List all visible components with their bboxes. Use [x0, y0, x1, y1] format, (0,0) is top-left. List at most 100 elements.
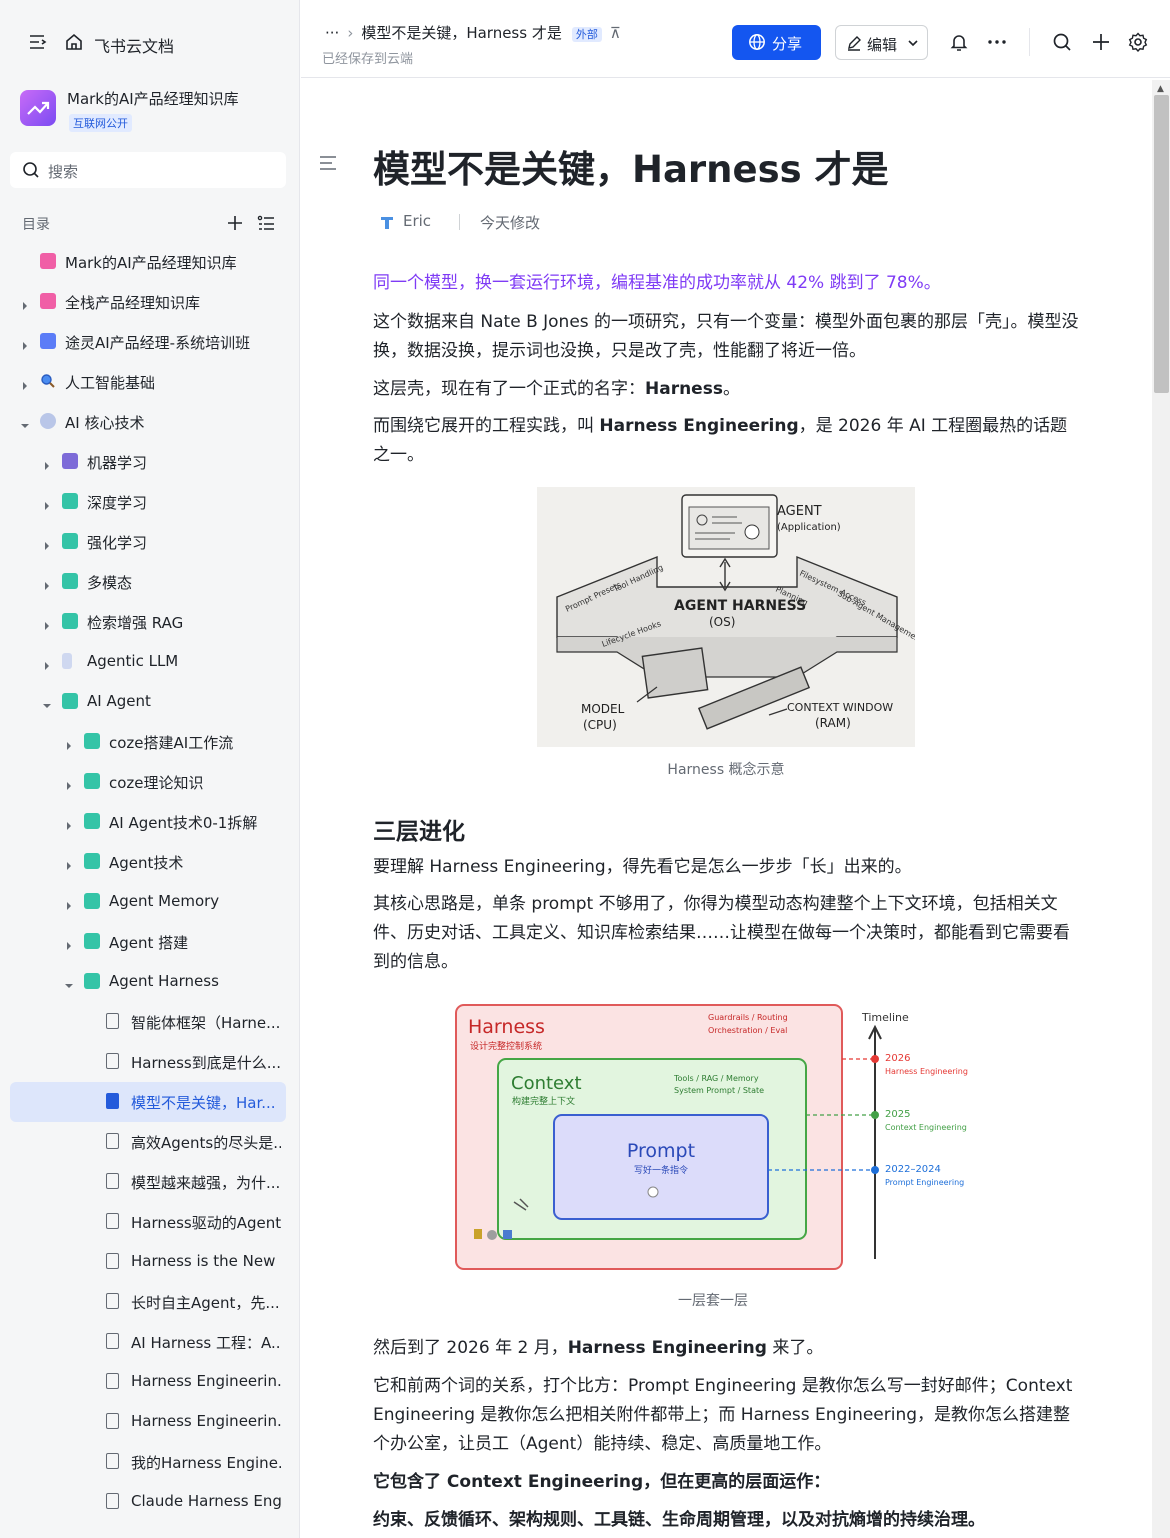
sidebar-item[interactable]: Agent技术	[10, 842, 286, 882]
sidebar-item-label: 高效Agents的尽头是...	[131, 1134, 281, 1152]
outline-toggle-icon[interactable]	[319, 155, 337, 171]
scrollbar-thumb[interactable]	[1154, 95, 1169, 393]
bold-text: Harness Engineering	[567, 1338, 767, 1358]
sidebar-item[interactable]: 全栈产品经理知识库	[10, 282, 286, 322]
scroll-up-arrow-icon[interactable]: ▲	[1157, 84, 1164, 94]
sidebar-item[interactable]: 智能体框架（Harne...	[10, 1002, 286, 1042]
caret-right-icon[interactable]	[20, 296, 30, 310]
sidebar-search-box[interactable]: 搜索	[10, 152, 286, 188]
breadcrumb-more-button[interactable]: ···	[325, 24, 339, 42]
sidebar-item[interactable]: 机器学习	[10, 442, 286, 482]
caret-right-icon[interactable]	[42, 496, 52, 510]
caret-right-icon[interactable]	[64, 896, 74, 910]
caret-right-icon[interactable]	[42, 576, 52, 590]
sidebar-item[interactable]: Harness Engineerin...	[10, 1402, 286, 1442]
fig1-ctx-sub: (RAM)	[815, 716, 851, 730]
plus-icon[interactable]	[1091, 32, 1111, 52]
bell-icon[interactable]	[949, 32, 969, 52]
app-window: 飞书云文档 Mark的AI产品经理知识库 互联网公开 搜索 目录 Mark的AI…	[0, 0, 1170, 1538]
breadcrumb: ··· › 模型不是关键，Harness 才是 外部 ⊼	[325, 22, 621, 43]
fig2-context-note1: Tools / RAG / Memory	[673, 1074, 759, 1083]
caret-right-icon[interactable]	[20, 336, 30, 350]
caret-right-icon[interactable]	[64, 856, 74, 870]
text-run: 这层壳，现在有了一个正式的名字：	[373, 379, 645, 399]
paragraph: 而围绕它展开的工程实践，叫 Harness Engineering，是 2026…	[373, 412, 1083, 470]
caret-right-icon[interactable]	[42, 536, 52, 550]
caret-right-icon[interactable]	[64, 736, 74, 750]
paragraph: 这层壳，现在有了一个正式的名字：Harness。	[373, 375, 1083, 404]
search-icon[interactable]	[1052, 32, 1072, 52]
sidebar-item[interactable]: 深度学习	[10, 482, 286, 522]
sidebar-item[interactable]: AI Agent	[10, 682, 286, 722]
pin-icon[interactable]: ⊼	[610, 24, 621, 42]
sidebar-item[interactable]: AI 核心技术	[10, 402, 286, 442]
knowledge-base-header[interactable]: Mark的AI产品经理知识库 互联网公开	[20, 86, 290, 134]
caret-right-icon[interactable]	[64, 776, 74, 790]
sidebar-item[interactable]: Mark的AI产品经理知识库	[10, 242, 286, 282]
add-icon[interactable]	[226, 214, 244, 232]
sidebar-item[interactable]: Agentic LLM	[10, 642, 286, 682]
sidebar-item[interactable]: Harness驱动的Agent	[10, 1202, 286, 1242]
sidebar-item[interactable]: 模型越来越强，为什...	[10, 1162, 286, 1202]
app-brand[interactable]: 飞书云文档	[94, 33, 174, 57]
sidebar-item[interactable]: coze理论知识	[10, 762, 286, 802]
caret-right-icon[interactable]	[20, 376, 30, 390]
fig2-harness-label: Harness	[468, 1016, 545, 1038]
sidebar-item[interactable]: Claude Harness Eng...	[10, 1482, 286, 1522]
share-button[interactable]: 分享	[732, 25, 821, 60]
sidebar-item[interactable]: 检索增强 RAG	[10, 602, 286, 642]
three-layers-figure[interactable]: Harness 设计完整控制系统 Guardrails / Routing Or…	[448, 997, 978, 1279]
sidebar-item[interactable]: AI Agent技术0-1拆解	[10, 802, 286, 842]
sidebar-item[interactable]: 高效Agents的尽头是...	[10, 1122, 286, 1162]
list-toggle-icon[interactable]	[257, 214, 275, 232]
sidebar-item[interactable]: Agent 搭建	[10, 922, 286, 962]
caret-down-icon[interactable]	[64, 976, 74, 988]
caret-right-icon[interactable]	[42, 456, 52, 470]
sidebar-item[interactable]: 强化学习	[10, 522, 286, 562]
tag-icon	[62, 613, 78, 629]
header-divider	[1029, 28, 1030, 56]
doc-icon	[106, 1133, 119, 1149]
caret-right-icon[interactable]	[64, 936, 74, 950]
sidebar-item[interactable]: AI Harness 工程：A...	[10, 1322, 286, 1362]
sidebar-item[interactable]: 多模态	[10, 562, 286, 602]
sidebar-item[interactable]: 途灵AI产品经理-系统培训班	[10, 322, 286, 362]
sidebar-item[interactable]: 人工智能基础	[10, 362, 286, 402]
fig2-2026-sub: Harness Engineering	[885, 1067, 968, 1076]
settings-gear-icon[interactable]	[1128, 32, 1148, 52]
chevron-right-icon: ›	[347, 24, 354, 42]
breadcrumb-title[interactable]: 模型不是关键，Harness 才是	[361, 24, 562, 42]
bold-paragraph: 约束、反馈循环、架构规则、工具链、生命周期管理，以及对抗熵增的持续治理。	[373, 1510, 985, 1530]
fig2-harness-note1: Guardrails / Routing	[708, 1013, 788, 1022]
collapse-sidebar-icon[interactable]	[28, 32, 48, 52]
edit-mode-button[interactable]: 编辑	[835, 25, 928, 60]
sidebar-nav-tree: Mark的AI产品经理知识库 全栈产品经理知识库 途灵AI产品经理-系统培训班人工智…	[10, 242, 286, 1522]
author-avatar-icon	[381, 217, 393, 229]
doc-icon	[106, 1173, 119, 1189]
sidebar-item[interactable]: Agent Harness	[10, 962, 286, 1002]
harness-concept-figure[interactable]: AGENT (Application) AGENT HARNESS (OS) M…	[537, 487, 915, 747]
toc-header: 目录	[22, 212, 282, 234]
sidebar-item[interactable]: 我的Harness Engine...	[10, 1442, 286, 1482]
caret-right-icon[interactable]	[42, 656, 52, 670]
sidebar-item[interactable]: Harness is the New ...	[10, 1242, 286, 1282]
caret-right-icon[interactable]	[64, 816, 74, 830]
caret-right-icon[interactable]	[42, 616, 52, 630]
sidebar-item-label: Harness驱动的Agent	[131, 1214, 281, 1232]
pen-icon	[848, 36, 861, 51]
sidebar-item-label: 人工智能基础	[65, 374, 156, 392]
tag-icon	[62, 493, 78, 509]
sidebar-item[interactable]: coze搭建AI工作流	[10, 722, 286, 762]
sidebar-item[interactable]: Agent Memory	[10, 882, 286, 922]
sidebar-item[interactable]: Harness到底是什么...	[10, 1042, 286, 1082]
sidebar-item[interactable]: 长时自主Agent，先...	[10, 1282, 286, 1322]
fig2-harness-sub: 设计完整控制系统	[470, 1040, 542, 1052]
caret-down-icon[interactable]	[20, 416, 30, 428]
sidebar-item[interactable]: Harness Engineerin...	[10, 1362, 286, 1402]
caret-down-icon[interactable]	[42, 696, 52, 708]
home-icon[interactable]	[64, 32, 84, 52]
author-name[interactable]: Eric	[403, 212, 431, 230]
sidebar-item[interactable]: 模型不是关键，Har...	[10, 1082, 286, 1122]
more-icon[interactable]	[987, 38, 1007, 46]
chevron-down-icon	[908, 40, 918, 47]
